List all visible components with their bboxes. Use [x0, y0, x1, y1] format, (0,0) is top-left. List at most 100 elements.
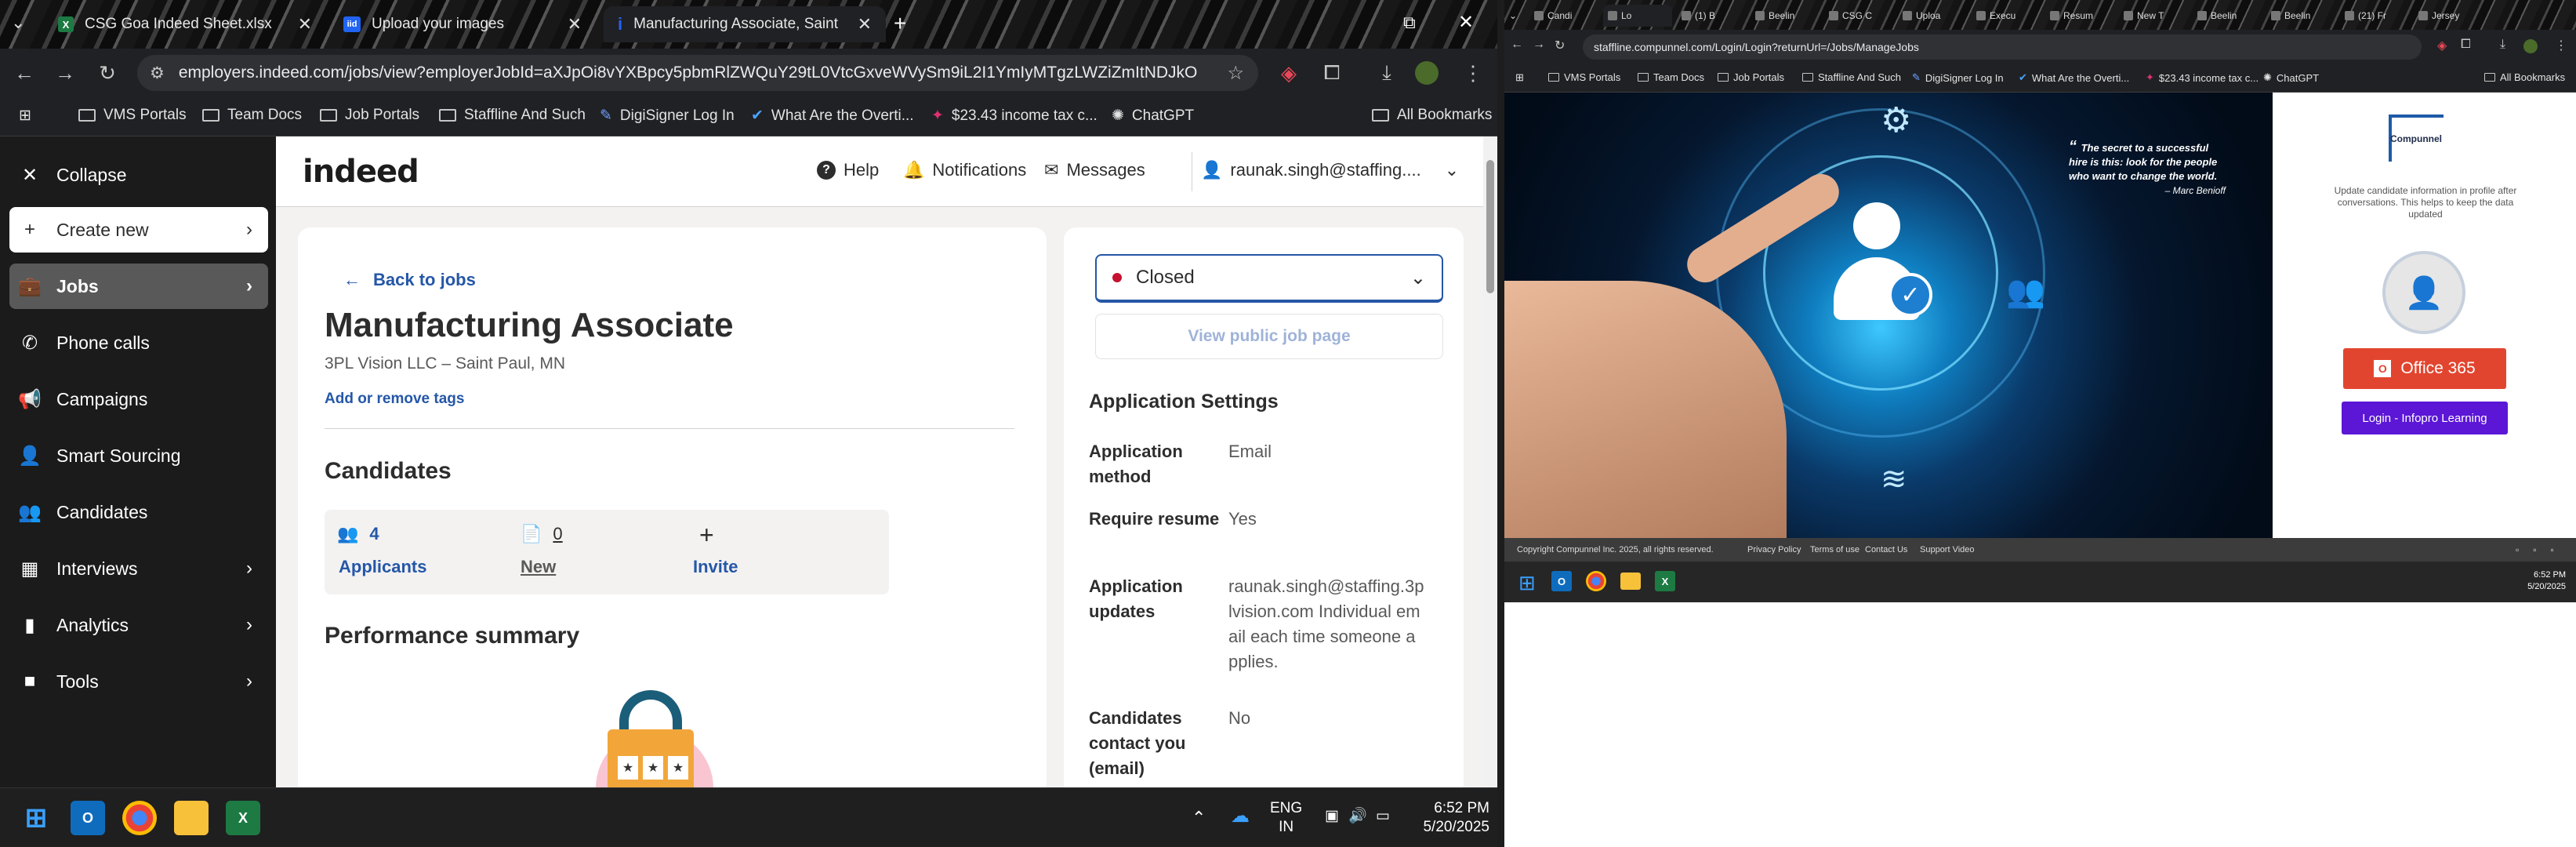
download-icon[interactable]: ⤓ — [2500, 38, 2505, 52]
windows-start-icon[interactable]: ⊞ — [19, 801, 53, 835]
bookmark-vms-portals[interactable]: VMS Portals — [1548, 71, 1620, 83]
bookmark-overtime[interactable]: ✔ What Are the Overti... — [751, 107, 914, 125]
back-arrow-icon[interactable]: ← — [9, 58, 39, 88]
invite-button[interactable]: Invite — [693, 557, 738, 577]
reload-icon[interactable]: ↻ — [1555, 38, 1565, 53]
right-tab[interactable]: Beelin — [2193, 5, 2262, 27]
terms-of-use-link[interactable]: Terms of use — [1810, 545, 1859, 554]
sidebar-item-candidates[interactable]: 👥 Candidates — [9, 489, 268, 535]
bookmark-income-tax[interactable]: ✦ $23.43 income tax c... — [2146, 71, 2259, 84]
bookmark-vms-portals[interactable]: VMS Portals — [78, 107, 187, 124]
right-tab[interactable]: Lo — [1603, 5, 1672, 27]
collapse-button[interactable]: ✕ Collapse — [9, 152, 268, 198]
tab-excel[interactable]: X CSG Goa Indeed Sheet.xlsx ✕ — [44, 6, 326, 42]
restore-window-icon[interactable]: ⧉ — [1403, 13, 1416, 33]
close-icon[interactable]: ✕ — [568, 14, 582, 35]
volume-icon[interactable]: 🔊 — [1348, 807, 1367, 826]
sidebar-item-phone-calls[interactable]: ✆ Phone calls — [9, 320, 268, 365]
close-icon[interactable]: ✕ — [858, 14, 872, 35]
right-address-bar[interactable]: staffline.compunnel.com/Login/Login?retu… — [1583, 35, 2422, 60]
new-stat[interactable]: 📄 0 — [521, 524, 563, 544]
bookmark-chatgpt[interactable]: ✺ ChatGPT — [1112, 107, 1194, 125]
sidebar-item-campaigns[interactable]: 📢 Campaigns — [9, 376, 268, 422]
sidebar-item-jobs[interactable]: 💼 Jobs › — [9, 264, 268, 309]
download-icon[interactable]: ⤓ — [1372, 58, 1402, 88]
site-info-icon[interactable]: ⚙ — [150, 64, 165, 83]
language-indicator[interactable]: ENG IN — [1270, 799, 1302, 837]
view-public-job-page-button[interactable]: View public job page — [1095, 314, 1443, 359]
back-arrow-icon[interactable]: ← — [1511, 38, 1523, 52]
help-button[interactable]: ? Help — [817, 160, 879, 180]
right-tab[interactable]: (1) B — [1677, 5, 1746, 27]
forward-arrow-icon[interactable]: → — [1533, 38, 1545, 52]
pocket-icon[interactable]: ◈ — [1274, 58, 1304, 88]
apps-icon[interactable]: ⊞ — [1515, 71, 1524, 84]
sidebar-item-analytics[interactable]: ▮ Analytics › — [9, 602, 268, 648]
plus-icon[interactable]: + — [699, 521, 714, 550]
menu-icon[interactable]: ⋮ — [2555, 38, 2567, 53]
right-tab[interactable]: (21) Fr — [2340, 5, 2409, 27]
bookmark-team-docs[interactable]: Team Docs — [202, 107, 302, 124]
add-remove-tags-link[interactable]: Add or remove tags — [325, 391, 464, 408]
close-window-icon[interactable]: ✕ — [1458, 11, 1474, 34]
footer-social-icons[interactable]: ▫▫▫ — [2516, 544, 2568, 555]
right-tab[interactable]: Beelin — [1751, 5, 1820, 27]
bookmark-star-icon[interactable]: ☆ — [1227, 62, 1244, 85]
bookmark-staffline[interactable]: Staffline And Such — [439, 107, 586, 124]
excel-icon[interactable]: X — [226, 801, 260, 835]
contact-us-link[interactable]: Contact Us — [1865, 545, 1907, 554]
tab-search-icon[interactable]: ⌄ — [1504, 5, 1522, 27]
chrome-icon[interactable] — [122, 801, 157, 835]
close-icon[interactable]: ✕ — [298, 14, 312, 35]
address-bar[interactable]: ⚙ employers.indeed.com/jobs/view?employe… — [137, 55, 1258, 91]
notifications-button[interactable]: 🔔 Notifications — [903, 160, 1026, 180]
bookmark-digisigner[interactable]: ✎ DigiSigner Log In — [600, 107, 735, 125]
sidebar-item-interviews[interactable]: ▦ Interviews › — [9, 546, 268, 591]
applicants-label[interactable]: Applicants — [339, 557, 426, 577]
bookmark-job-portals[interactable]: Job Portals — [320, 107, 419, 124]
bookmark-digisigner[interactable]: ✎ DigiSigner Log In — [1912, 71, 2004, 84]
pocket-icon[interactable]: ◈ — [2437, 38, 2447, 53]
bookmark-income-tax[interactable]: ✦ $23.43 income tax c... — [931, 107, 1098, 125]
right-tab[interactable]: Execu — [1972, 5, 2041, 27]
chrome-icon[interactable] — [1586, 571, 1606, 591]
back-to-jobs-link[interactable]: ← Back to jobs — [343, 270, 476, 290]
bookmark-chatgpt[interactable]: ✺ ChatGPT — [2263, 71, 2319, 84]
indeed-logo[interactable]: indeed — [303, 154, 419, 190]
tab-search-icon[interactable]: ⌄ — [11, 13, 25, 33]
extensions-icon[interactable]: ⧠ — [1317, 58, 1347, 88]
outlook-icon[interactable]: O — [1551, 571, 1572, 591]
chevron-up-icon[interactable]: ⌃ — [1192, 809, 1206, 827]
scroll-thumb[interactable] — [1486, 160, 1494, 293]
messages-button[interactable]: ✉ Messages — [1044, 160, 1145, 180]
office-365-button[interactable]: O Office 365 — [2343, 348, 2506, 389]
privacy-policy-link[interactable]: Privacy Policy — [1747, 545, 1801, 554]
outlook-icon[interactable]: O — [71, 801, 105, 835]
clock[interactable]: 6:52 PM 5/20/2025 — [2516, 569, 2566, 593]
right-tab[interactable]: Beelin — [2266, 5, 2335, 27]
profile-avatar[interactable] — [1415, 61, 1439, 85]
right-tab[interactable]: Jersey — [2414, 5, 2483, 27]
apps-icon[interactable]: ⊞ — [19, 107, 31, 125]
battery-icon[interactable]: ▭ — [1376, 807, 1390, 826]
infopro-login-button[interactable]: Login - Infopro Learning — [2342, 402, 2508, 434]
right-tab[interactable]: New T — [2119, 5, 2188, 27]
account-menu[interactable]: 👤 raunak.singh@staffing.... ⌄ — [1201, 160, 1459, 180]
right-tab[interactable]: Resum — [2045, 5, 2114, 27]
menu-icon[interactable]: ⋮ — [1458, 58, 1488, 88]
bookmark-team-docs[interactable]: Team Docs — [1638, 71, 1704, 83]
clock[interactable]: 6:52 PM 5/20/2025 — [1411, 799, 1489, 837]
file-explorer-icon[interactable] — [174, 801, 209, 835]
sidebar-item-tools[interactable]: ■ Tools › — [9, 659, 268, 704]
right-tab[interactable]: CSG C — [1824, 5, 1893, 27]
support-video-link[interactable]: Support Video — [1920, 545, 1975, 554]
excel-icon[interactable]: X — [1655, 571, 1675, 591]
sidebar-item-smart-sourcing[interactable]: 👤 Smart Sourcing — [9, 433, 268, 478]
right-tab[interactable]: Uploa — [1898, 5, 1967, 27]
profile-avatar[interactable] — [2523, 39, 2538, 53]
applicants-stat[interactable]: 👥 4 — [337, 524, 379, 544]
forward-arrow-icon[interactable]: → — [50, 58, 80, 88]
bookmark-staffline[interactable]: Staffline And Such — [1802, 71, 1901, 83]
bookmark-job-portals[interactable]: Job Portals — [1718, 71, 1784, 83]
new-label[interactable]: New — [521, 557, 556, 577]
